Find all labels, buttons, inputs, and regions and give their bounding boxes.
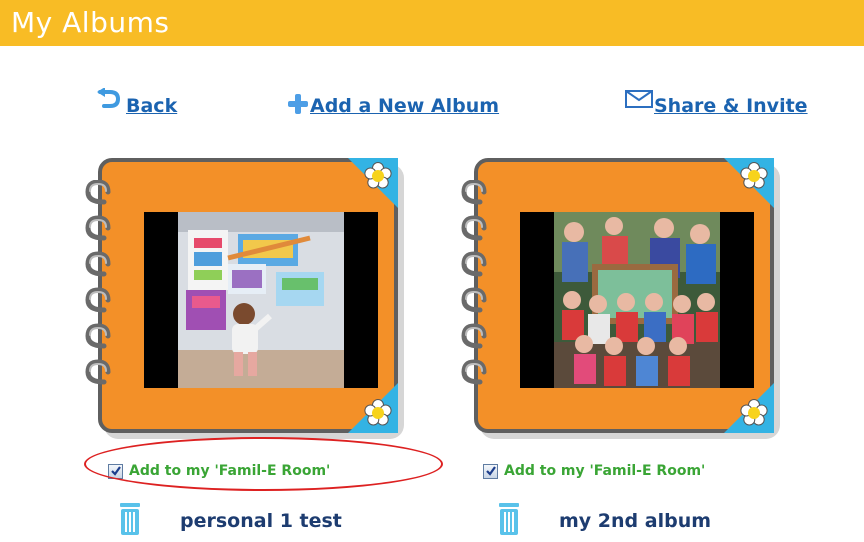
envelope-icon[interactable] [625, 90, 653, 108]
highlight-annotation [84, 437, 443, 491]
page-header: My Albums [0, 0, 864, 46]
trash-icon[interactable] [117, 502, 143, 536]
add-to-room-checkbox[interactable] [483, 463, 498, 479]
album-photo[interactable] [520, 212, 754, 388]
plus-icon[interactable] [287, 93, 309, 115]
album-card-2[interactable] [461, 158, 790, 440]
back-arrow-icon[interactable] [96, 88, 122, 108]
add-to-room-row-2: Add to my 'Famil-E Room' [483, 460, 705, 482]
flower-icon [724, 158, 774, 208]
page-title: My Albums [11, 6, 170, 39]
trash-icon[interactable] [496, 502, 522, 536]
album-card-1[interactable] [85, 158, 414, 440]
flower-icon [724, 383, 774, 433]
album-title[interactable]: personal 1 test [180, 510, 342, 532]
binder-rings [85, 180, 111, 385]
album-title[interactable]: my 2nd album [559, 510, 711, 532]
album-cover[interactable] [474, 158, 774, 433]
flower-icon [348, 158, 398, 208]
add-to-room-label[interactable]: Add to my 'Famil-E Room' [504, 463, 705, 479]
share-invite-link[interactable]: Share & Invite [654, 95, 808, 117]
album-cover[interactable] [98, 158, 398, 433]
flower-icon [348, 383, 398, 433]
binder-rings [461, 180, 487, 385]
back-link[interactable]: Back [126, 95, 177, 117]
add-album-link[interactable]: Add a New Album [310, 95, 499, 117]
album-photo[interactable] [144, 212, 378, 388]
